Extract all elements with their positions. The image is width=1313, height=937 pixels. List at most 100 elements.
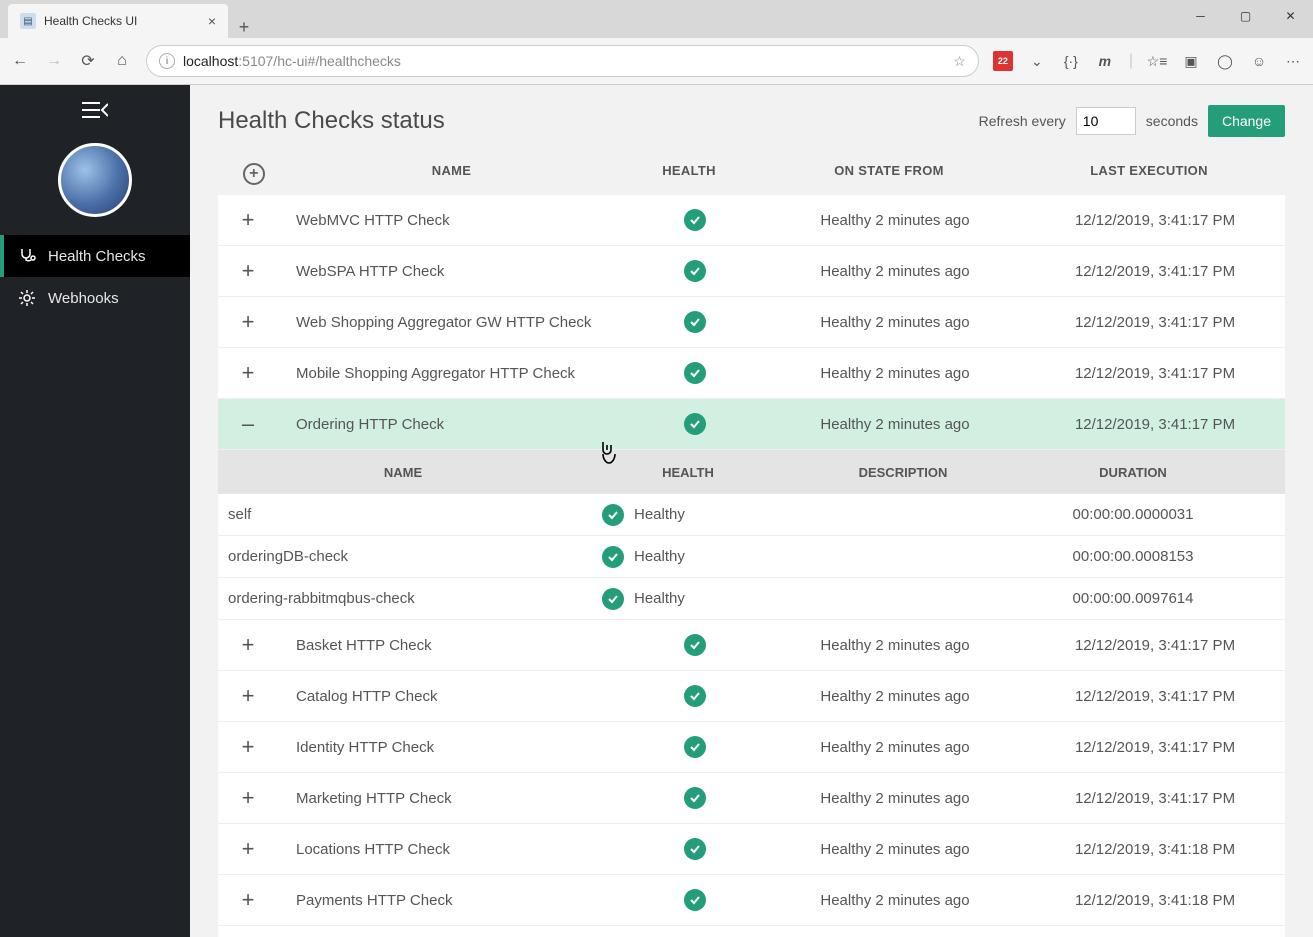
expand-icon[interactable]: + (218, 297, 278, 347)
row-health (625, 673, 765, 719)
row-name: Ordering HTTP Check (278, 404, 625, 445)
table-header: + NAME HEALTH ON STATE FROM LAST EXECUTI… (218, 153, 1285, 195)
window-close[interactable]: ✕ (1268, 0, 1313, 32)
row-exec: 12/12/2019, 3:41:17 PM (1025, 302, 1285, 343)
feedback-icon[interactable]: ☺ (1249, 51, 1269, 71)
refresh-icon[interactable]: ⟳ (78, 51, 98, 71)
row-health (625, 877, 765, 923)
browser-tab[interactable]: ▤ Health Checks UI × (8, 4, 228, 38)
collections-icon[interactable]: ▣ (1181, 51, 1201, 71)
row-name: Identity HTTP Check (278, 727, 625, 768)
row-state: Healthy 2 minutes ago (765, 200, 1025, 241)
expand-icon[interactable]: + (218, 824, 278, 874)
expand-icon[interactable]: + (218, 195, 278, 245)
braces-ext-icon[interactable]: {·} (1061, 51, 1081, 71)
favorites-icon[interactable]: ☆≡ (1147, 51, 1167, 71)
subrow-name: ordering-rabbitmqbus-check (218, 590, 588, 607)
table-row[interactable]: +Basket HTTP CheckHealthy 2 minutes ago1… (218, 620, 1285, 671)
change-button[interactable]: Change (1208, 105, 1285, 137)
expand-all-icon[interactable]: + (224, 163, 284, 185)
row-health (625, 401, 765, 447)
home-icon[interactable]: ⌂ (112, 52, 132, 70)
sidebar-item-webhooks[interactable]: Webhooks (0, 277, 190, 319)
expand-icon[interactable]: + (218, 875, 278, 925)
collapse-icon[interactable]: – (218, 399, 278, 449)
expand-icon[interactable]: + (218, 620, 278, 670)
page-title: Health Checks status (218, 107, 445, 135)
m-ext-icon[interactable]: m (1095, 51, 1115, 71)
address-bar[interactable]: i localhost:5107/hc-ui#/healthchecks ☆ (146, 45, 979, 77)
sidebar: Health Checks Webhooks (0, 85, 190, 937)
table-row[interactable]: +Payments HTTP Check Healthy 2 minutes ag… (218, 875, 1285, 926)
check-icon (684, 838, 706, 860)
table-row[interactable]: +Identity HTTP CheckHealthy 2 minutes ag… (218, 722, 1285, 773)
check-icon (684, 787, 706, 809)
favorite-star-icon[interactable]: ☆ (953, 53, 966, 70)
expand-icon[interactable]: + (218, 671, 278, 721)
expand-icon[interactable]: + (218, 773, 278, 823)
sidebar-toggle-icon[interactable] (0, 85, 190, 135)
table-row[interactable]: +WebMVC HTTP CheckHealthy 2 minutes ago1… (218, 195, 1285, 246)
expand-icon[interactable]: + (218, 246, 278, 296)
expand-icon[interactable]: + (218, 348, 278, 398)
row-state: Healthy 2 minutes ago (765, 880, 1025, 921)
refresh-interval-input[interactable] (1076, 107, 1136, 135)
subrow-health: Healthy (588, 588, 788, 610)
forward-icon[interactable]: → (44, 52, 64, 70)
col-name-header: NAME (284, 163, 619, 185)
info-icon: i (159, 53, 175, 69)
check-icon (684, 413, 706, 435)
row-name: Payments HTTP Check (278, 880, 625, 921)
col-exec-header: LAST EXECUTION (1019, 163, 1279, 185)
back-icon[interactable]: ← (10, 52, 30, 70)
window-minimize[interactable]: ─ (1178, 0, 1223, 32)
refresh-controls: Refresh every seconds Change (979, 105, 1285, 137)
window-maximize[interactable]: ▢ (1223, 0, 1268, 32)
check-icon (684, 685, 706, 707)
row-health (625, 350, 765, 396)
row-exec: 12/12/2019, 3:41:17 PM (1025, 353, 1285, 394)
tab-title: Health Checks UI (44, 14, 137, 28)
check-icon (602, 504, 624, 526)
row-state: Healthy 2 minutes ago (765, 404, 1025, 445)
check-icon (684, 311, 706, 333)
calendar-ext-icon[interactable]: 22 (993, 51, 1013, 71)
table-row[interactable]: +Locations HTTP CheckHealthy 2 minutes a… (218, 824, 1285, 875)
table-row[interactable]: +Catalog HTTP Check Healthy 2 minutes ago… (218, 671, 1285, 722)
close-tab-icon[interactable]: × (208, 13, 216, 29)
pocket-ext-icon[interactable]: ⌄ (1027, 51, 1047, 71)
subcol-name: NAME (218, 465, 588, 480)
more-menu-icon[interactable]: ⋯ (1283, 51, 1303, 71)
row-name: Web Shopping Aggregator GW HTTP Check (278, 302, 625, 343)
sidebar-item-healthchecks[interactable]: Health Checks (0, 235, 190, 277)
row-name: WebSPA HTTP Check (278, 251, 625, 292)
row-name: Mobile Shopping Aggregator HTTP Check (278, 353, 625, 394)
subcol-health: HEALTH (588, 465, 788, 480)
refresh-label-left: Refresh every (979, 113, 1066, 129)
expand-icon[interactable]: + (218, 722, 278, 772)
extension-icons: 22 ⌄ {·} m | ☆≡ ▣ ◯ ☺ ⋯ (993, 51, 1303, 71)
row-state: Healthy 2 minutes ago (765, 829, 1025, 870)
row-name: Marketing HTTP Check (278, 778, 625, 819)
profile-icon[interactable]: ◯ (1215, 51, 1235, 71)
row-name: Basket HTTP Check (278, 625, 625, 666)
row-exec: 12/12/2019, 3:41:17 PM (1025, 676, 1285, 717)
row-health (625, 622, 765, 668)
header-row: Health Checks status Refresh every secon… (218, 105, 1285, 137)
row-state: Healthy 2 minutes ago (765, 353, 1025, 394)
row-exec: 12/12/2019, 3:41:17 PM (1025, 200, 1285, 241)
table-row[interactable]: +Marketing HTTP CheckHealthy 2 minutes a… (218, 773, 1285, 824)
row-name: Catalog HTTP Check (278, 676, 625, 717)
expand-icon[interactable]: + (218, 926, 278, 937)
row-health (625, 826, 765, 872)
table-row[interactable]: –Ordering HTTP Check Healthy 2 minutes ag… (218, 399, 1285, 450)
avatar-wrap (0, 135, 190, 235)
table-row[interactable]: +Mobile Shopping Aggregator HTTP Check He… (218, 348, 1285, 399)
avatar (58, 143, 132, 217)
new-tab-button[interactable]: + (228, 17, 260, 38)
row-state: Healthy 2 minutes ago (765, 676, 1025, 717)
main-content: Health Checks status Refresh every secon… (190, 85, 1313, 937)
table-row[interactable]: +Web Shopping Aggregator GW HTTP CheckHe… (218, 297, 1285, 348)
table-row[interactable]: +WebSPA HTTP CheckHealthy 2 minutes ago1… (218, 246, 1285, 297)
table-row[interactable]: +Ordering SignalRHub HTTP CheckHealthy 2… (218, 926, 1285, 937)
